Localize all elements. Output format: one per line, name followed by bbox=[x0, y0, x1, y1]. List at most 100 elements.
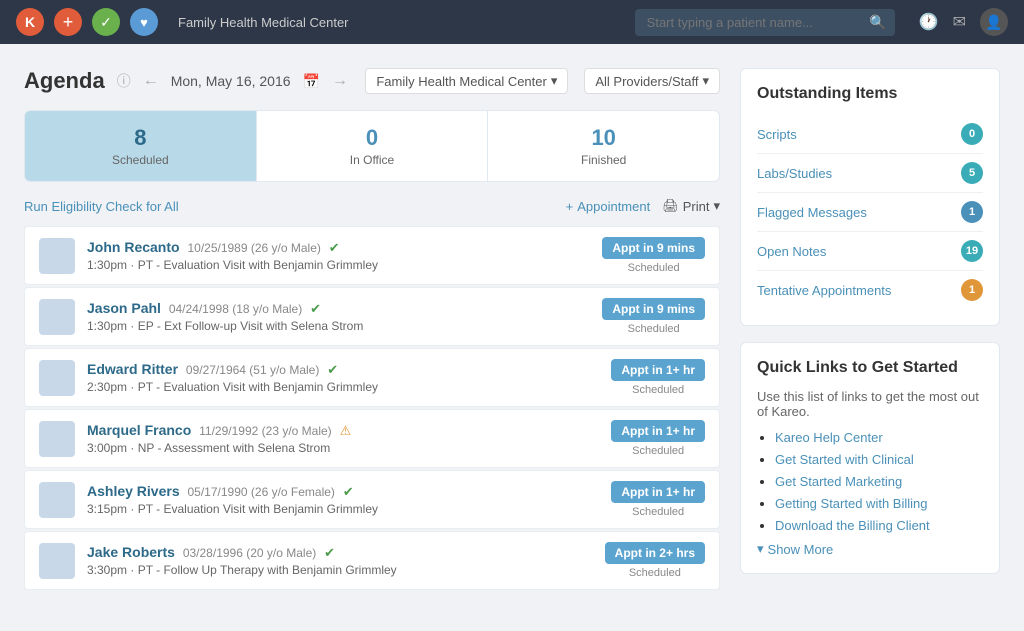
appt-avatar bbox=[39, 543, 75, 579]
practice-filter[interactable]: Family Health Medical Center ▾ bbox=[365, 68, 568, 94]
stat-inoffice-label: In Office bbox=[277, 153, 468, 167]
outstanding-item-badge: 5 bbox=[961, 162, 983, 184]
quick-link[interactable]: Kareo Help Center bbox=[775, 430, 883, 445]
provider-filter-label: All Providers/Staff bbox=[595, 74, 698, 89]
quick-link[interactable]: Get Started with Clinical bbox=[775, 452, 914, 467]
appointment-row[interactable]: Edward Ritter 09/27/1964 (51 y/o Male) ✔… bbox=[24, 348, 720, 407]
history-icon[interactable]: 🕐 bbox=[919, 12, 939, 32]
stat-scheduled-label: Scheduled bbox=[45, 153, 236, 167]
print-btn[interactable]: 🖨 Print ▾ bbox=[662, 198, 720, 214]
user-avatar[interactable]: 👤 bbox=[980, 8, 1008, 36]
appt-name: Marquel Franco bbox=[87, 422, 191, 438]
appt-detail: 3:15pm · PT - Evaluation Visit with Benj… bbox=[87, 502, 599, 516]
run-eligibility-btn[interactable]: Run Eligibility Check for All bbox=[24, 199, 179, 214]
outstanding-item-label: Flagged Messages bbox=[757, 205, 867, 220]
app-icons: K + ✓ ♥ bbox=[16, 8, 158, 36]
quick-link[interactable]: Download the Billing Client bbox=[775, 518, 930, 533]
practice-name: Family Health Medical Center bbox=[178, 15, 623, 30]
agenda-title: Agenda bbox=[24, 68, 105, 94]
appt-scheduled-label: Scheduled bbox=[605, 567, 705, 579]
outstanding-items-card: Outstanding Items Scripts 0 Labs/Studies… bbox=[740, 68, 1000, 326]
appointment-row[interactable]: Ashley Rivers 05/17/1990 (26 y/o Female)… bbox=[24, 470, 720, 529]
verified-icon: ✔ bbox=[343, 484, 354, 499]
outstanding-item[interactable]: Open Notes 19 bbox=[757, 232, 983, 271]
outstanding-item-badge: 1 bbox=[961, 201, 983, 223]
appt-name-row: Marquel Franco 11/29/1992 (23 y/o Male) … bbox=[87, 422, 599, 439]
quick-link[interactable]: Getting Started with Billing bbox=[775, 496, 927, 511]
search-input[interactable] bbox=[635, 9, 895, 36]
appt-name: Jake Roberts bbox=[87, 544, 175, 560]
stats-bar: 8 Scheduled 0 In Office 10 Finished bbox=[24, 110, 720, 182]
appt-time-btn[interactable]: Appt in 9 mins bbox=[602, 237, 705, 259]
show-more-chevron: ▾ bbox=[757, 541, 764, 557]
appt-dob: 04/24/1998 (18 y/o Male) bbox=[169, 302, 302, 316]
appt-info: Jason Pahl 04/24/1998 (18 y/o Male) ✔ 1:… bbox=[87, 300, 590, 333]
calendar-icon[interactable]: 📅 bbox=[303, 73, 320, 90]
appointment-row[interactable]: John Recanto 10/25/1989 (26 y/o Male) ✔ … bbox=[24, 226, 720, 285]
appt-detail: 3:30pm · PT - Follow Up Therapy with Ben… bbox=[87, 563, 593, 577]
k-app-icon[interactable]: K bbox=[16, 8, 44, 36]
add-appointment-btn[interactable]: + Appointment bbox=[566, 199, 651, 214]
appt-status: Appt in 1+ hr Scheduled bbox=[611, 420, 705, 457]
next-date-arrow[interactable]: → bbox=[332, 72, 348, 90]
stat-in-office[interactable]: 0 In Office bbox=[257, 111, 489, 181]
appt-dob: 05/17/1990 (26 y/o Female) bbox=[188, 485, 335, 499]
stat-scheduled-number: 8 bbox=[45, 125, 236, 151]
appt-name-row: Jason Pahl 04/24/1998 (18 y/o Male) ✔ bbox=[87, 300, 590, 317]
help-icon[interactable]: ⓘ bbox=[117, 71, 131, 91]
outstanding-items-title: Outstanding Items bbox=[757, 85, 983, 103]
outstanding-item-label: Open Notes bbox=[757, 244, 826, 259]
appt-info: Jake Roberts 03/28/1996 (20 y/o Male) ✔ … bbox=[87, 544, 593, 577]
right-panel: Outstanding Items Scripts 0 Labs/Studies… bbox=[740, 68, 1000, 590]
prev-date-arrow[interactable]: ← bbox=[143, 72, 159, 90]
appointment-list: John Recanto 10/25/1989 (26 y/o Male) ✔ … bbox=[24, 226, 720, 590]
show-more-label: Show More bbox=[768, 542, 834, 557]
appt-name-row: Ashley Rivers 05/17/1990 (26 y/o Female)… bbox=[87, 483, 599, 500]
appt-name-row: Jake Roberts 03/28/1996 (20 y/o Male) ✔ bbox=[87, 544, 593, 561]
stat-finished-label: Finished bbox=[508, 153, 699, 167]
quick-link[interactable]: Get Started Marketing bbox=[775, 474, 902, 489]
appt-status: Appt in 9 mins Scheduled bbox=[602, 298, 705, 335]
outstanding-item-badge: 19 bbox=[961, 240, 983, 262]
outstanding-item[interactable]: Flagged Messages 1 bbox=[757, 193, 983, 232]
search-icon[interactable]: 🔍 bbox=[869, 14, 886, 31]
quick-links-card: Quick Links to Get Started Use this list… bbox=[740, 342, 1000, 574]
appt-time-btn[interactable]: Appt in 2+ hrs bbox=[605, 542, 705, 564]
filters-wrap: Family Health Medical Center ▾ All Provi… bbox=[365, 68, 720, 94]
outstanding-item[interactable]: Labs/Studies 5 bbox=[757, 154, 983, 193]
appt-avatar bbox=[39, 360, 75, 396]
outstanding-item[interactable]: Tentative Appointments 1 bbox=[757, 271, 983, 309]
appt-avatar bbox=[39, 421, 75, 457]
stat-finished[interactable]: 10 Finished bbox=[488, 111, 719, 181]
appt-avatar bbox=[39, 238, 75, 274]
appt-time-btn[interactable]: Appt in 9 mins bbox=[602, 298, 705, 320]
stat-scheduled[interactable]: 8 Scheduled bbox=[25, 111, 257, 181]
show-more-btn[interactable]: ▾ Show More bbox=[757, 541, 983, 557]
stat-finished-number: 10 bbox=[508, 125, 699, 151]
add-appointment-label: Appointment bbox=[577, 199, 650, 214]
appointment-row[interactable]: Jake Roberts 03/28/1996 (20 y/o Male) ✔ … bbox=[24, 531, 720, 590]
appt-info: John Recanto 10/25/1989 (26 y/o Male) ✔ … bbox=[87, 239, 590, 272]
appt-time-btn[interactable]: Appt in 1+ hr bbox=[611, 359, 705, 381]
appt-time-btn[interactable]: Appt in 1+ hr bbox=[611, 420, 705, 442]
practice-filter-chevron: ▾ bbox=[551, 73, 558, 89]
provider-filter[interactable]: All Providers/Staff ▾ bbox=[584, 68, 720, 94]
search-wrapper: 🔍 bbox=[635, 9, 895, 36]
appt-status: Appt in 9 mins Scheduled bbox=[602, 237, 705, 274]
top-navigation: K + ✓ ♥ Family Health Medical Center 🔍 🕐… bbox=[0, 0, 1024, 44]
messages-icon[interactable]: ✉ bbox=[953, 12, 966, 32]
appt-name: Ashley Rivers bbox=[87, 483, 180, 499]
check-icon[interactable]: ✓ bbox=[92, 8, 120, 36]
appointment-row[interactable]: Jason Pahl 04/24/1998 (18 y/o Male) ✔ 1:… bbox=[24, 287, 720, 346]
outstanding-item[interactable]: Scripts 0 bbox=[757, 115, 983, 154]
provider-filter-chevron: ▾ bbox=[702, 73, 709, 89]
quick-link-item: Get Started Marketing bbox=[775, 473, 983, 489]
appt-time-btn[interactable]: Appt in 1+ hr bbox=[611, 481, 705, 503]
main-panel: Agenda ⓘ ← Mon, May 16, 2016 📅 → Family … bbox=[24, 68, 720, 590]
quick-links-desc: Use this list of links to get the most o… bbox=[757, 389, 983, 419]
plus-icon[interactable]: + bbox=[54, 8, 82, 36]
appointment-row[interactable]: Marquel Franco 11/29/1992 (23 y/o Male) … bbox=[24, 409, 720, 468]
appt-avatar bbox=[39, 299, 75, 335]
appt-scheduled-label: Scheduled bbox=[602, 323, 705, 335]
heart-icon[interactable]: ♥ bbox=[130, 8, 158, 36]
